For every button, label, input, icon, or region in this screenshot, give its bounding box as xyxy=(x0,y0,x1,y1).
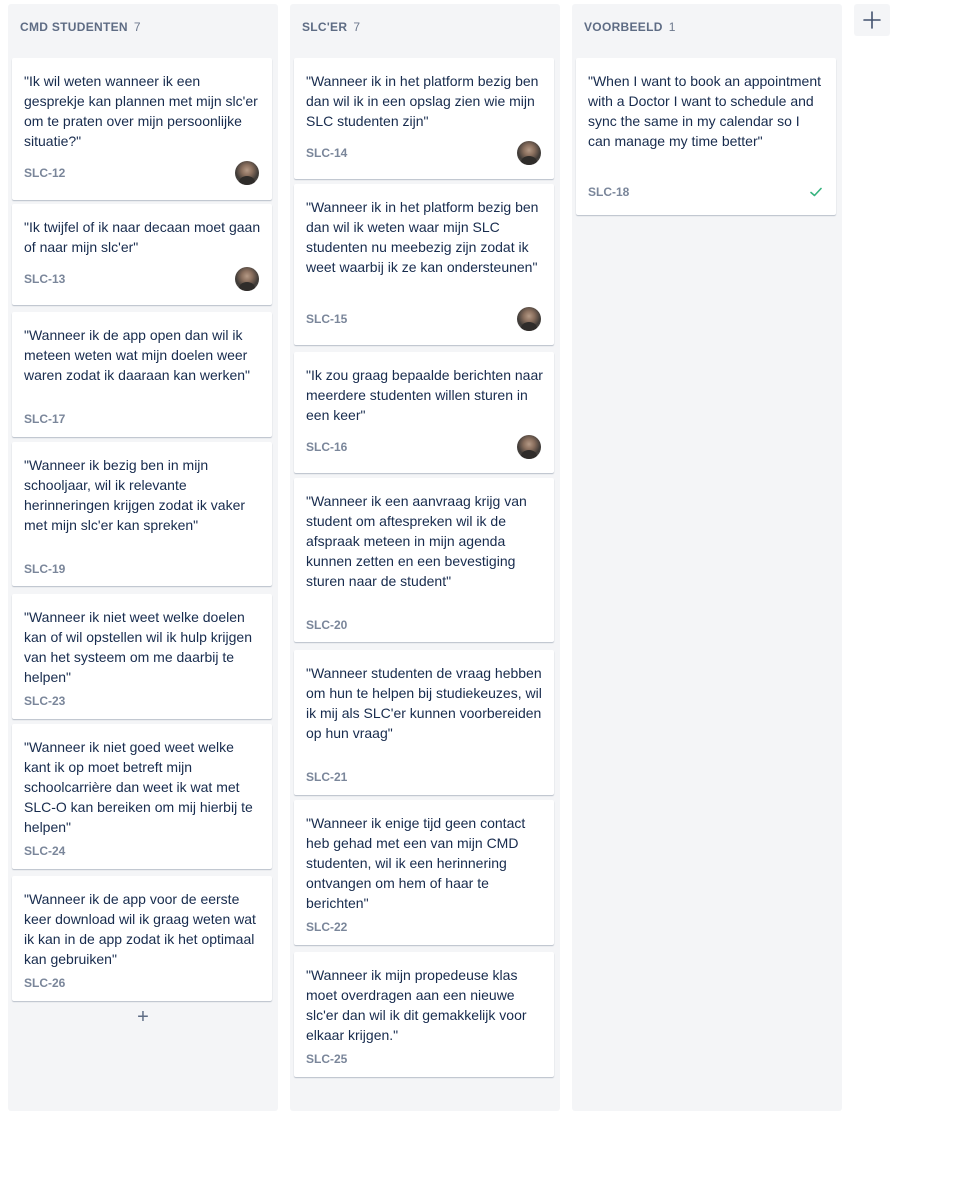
add-column-button[interactable] xyxy=(854,4,890,36)
column-title: VOORBEELD xyxy=(584,20,663,34)
issue-card[interactable]: "Ik zou graag bepaalde berichten naar me… xyxy=(294,352,554,473)
issue-card[interactable]: "Wanneer studenten de vraag hebben om hu… xyxy=(294,650,554,795)
column-header: VOORBEELD 1 xyxy=(584,20,676,34)
issue-card[interactable]: "Wanneer ik enige tijd geen contact heb … xyxy=(294,800,554,945)
issue-card[interactable]: "Wanneer ik niet weet welke doelen kan o… xyxy=(12,594,272,719)
card-summary: "Ik wil weten wanneer ik een gesprekje k… xyxy=(24,73,258,149)
column-header: SLC'ER 7 xyxy=(302,20,360,34)
avatar[interactable] xyxy=(517,141,541,165)
check-icon xyxy=(810,187,822,197)
card-summary: "Wanneer ik een aanvraag krijg van stude… xyxy=(306,493,527,589)
card-summary: "Wanneer studenten de vraag hebben om hu… xyxy=(306,665,542,741)
avatar[interactable] xyxy=(517,435,541,459)
avatar[interactable] xyxy=(235,161,259,185)
card-summary: "Wanneer ik in het platform bezig ben da… xyxy=(306,199,539,275)
issue-card[interactable]: "Wanneer ik de app voor de eerste keer d… xyxy=(12,876,272,1001)
avatar[interactable] xyxy=(517,307,541,331)
issue-card[interactable]: "Wanneer ik in het platform bezig ben da… xyxy=(294,184,554,345)
issue-key[interactable]: SLC-16 xyxy=(306,440,347,454)
plus-icon xyxy=(863,11,881,29)
avatar[interactable] xyxy=(235,267,259,291)
issue-key[interactable]: SLC-24 xyxy=(24,844,65,858)
issue-card[interactable]: "Ik twijfel of ik naar decaan moet gaan … xyxy=(12,204,272,305)
issue-card[interactable]: "Wanneer ik bezig ben in mijn schooljaar… xyxy=(12,442,272,586)
issue-key[interactable]: SLC-25 xyxy=(306,1052,347,1066)
card-summary: "Wanneer ik de app voor de eerste keer d… xyxy=(24,891,256,967)
issue-key[interactable]: SLC-20 xyxy=(306,618,347,632)
column-cmd-studenten: CMD STUDENTEN 7 "Ik wil weten wanneer ik … xyxy=(8,4,278,1111)
issue-key[interactable]: SLC-12 xyxy=(24,166,65,180)
issue-card[interactable]: "Wanneer ik in het platform bezig ben da… xyxy=(294,58,554,179)
card-summary: "Wanneer ik niet weet welke doelen kan o… xyxy=(24,609,252,685)
column-voorbeeld: VOORBEELD 1 "When I want to book an appoi… xyxy=(572,4,842,1111)
card-summary: "Wanneer ik enige tijd geen contact heb … xyxy=(306,815,526,911)
issue-card[interactable]: "Ik wil weten wanneer ik een gesprekje k… xyxy=(12,58,272,200)
issue-key[interactable]: SLC-22 xyxy=(306,920,347,934)
column-title: SLC'ER xyxy=(302,20,348,34)
board: CMD STUDENTEN 7 "Ik wil weten wanneer ik … xyxy=(0,0,958,1186)
card-summary: "Wanneer ik niet goed weet welke kant ik… xyxy=(24,739,253,835)
issue-key[interactable]: SLC-13 xyxy=(24,272,65,286)
issue-card[interactable]: "Wanneer ik de app open dan wil ik metee… xyxy=(12,312,272,437)
column-slcer: SLC'ER 7 "Wanneer ik in het platform bezi… xyxy=(290,4,560,1111)
card-summary: "Wanneer ik bezig ben in mijn schooljaar… xyxy=(24,457,246,533)
issue-card[interactable]: "Wanneer ik niet goed weet welke kant ik… xyxy=(12,724,272,869)
card-summary: "When I want to book an appointment with… xyxy=(588,73,822,149)
plus-icon: + xyxy=(137,1006,149,1028)
column-title: CMD STUDENTEN xyxy=(20,20,128,34)
card-summary: "Ik zou graag bepaalde berichten naar me… xyxy=(306,367,543,423)
issue-key[interactable]: SLC-23 xyxy=(24,694,65,708)
issue-key[interactable]: SLC-26 xyxy=(24,976,65,990)
add-card-button[interactable]: + xyxy=(135,1006,151,1028)
card-summary: "Wanneer ik in het platform bezig ben da… xyxy=(306,73,539,129)
issue-key[interactable]: SLC-14 xyxy=(306,146,347,160)
issue-key[interactable]: SLC-19 xyxy=(24,562,65,576)
column-header: CMD STUDENTEN 7 xyxy=(20,20,141,34)
issue-key[interactable]: SLC-17 xyxy=(24,412,65,426)
issue-card[interactable]: "Wanneer ik een aanvraag krijg van stude… xyxy=(294,478,554,642)
issue-card[interactable]: "When I want to book an appointment with… xyxy=(576,58,836,215)
card-summary: "Wanneer ik mijn propedeuse klas moet ov… xyxy=(306,967,527,1043)
issue-key[interactable]: SLC-21 xyxy=(306,770,347,784)
issue-card[interactable]: "Wanneer ik mijn propedeuse klas moet ov… xyxy=(294,952,554,1077)
card-summary: "Ik twijfel of ik naar decaan moet gaan … xyxy=(24,219,261,255)
column-count: 7 xyxy=(133,20,141,34)
card-summary: "Wanneer ik de app open dan wil ik metee… xyxy=(24,327,250,383)
column-count: 1 xyxy=(668,20,676,34)
column-count: 7 xyxy=(353,20,361,34)
issue-key[interactable]: SLC-15 xyxy=(306,312,347,326)
issue-key[interactable]: SLC-18 xyxy=(588,185,629,199)
